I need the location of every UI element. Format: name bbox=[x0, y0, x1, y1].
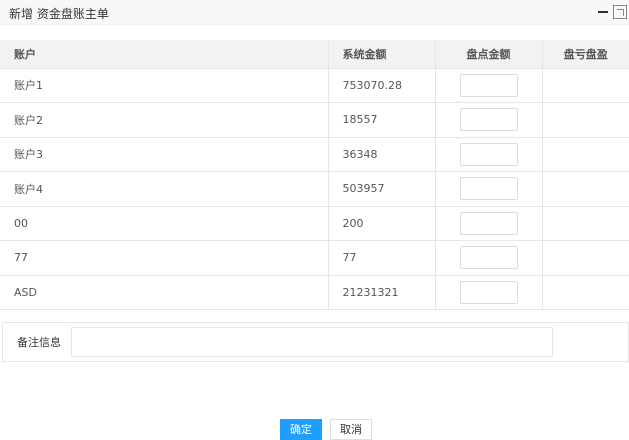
count-amount-input[interactable] bbox=[459, 246, 518, 270]
window-title: 新增 资金盘账主单 bbox=[9, 7, 109, 21]
count-amount-input[interactable] bbox=[459, 142, 518, 166]
remark-input[interactable] bbox=[71, 327, 553, 357]
account-cell: 账户1 bbox=[0, 68, 329, 103]
count-amount-input[interactable] bbox=[459, 211, 518, 235]
header-account: 账户 bbox=[0, 40, 329, 69]
count-amount-cell bbox=[435, 68, 543, 103]
account-cell: 账户4 bbox=[0, 171, 329, 207]
profit-loss-cell bbox=[542, 275, 629, 310]
table-row: 77 77 bbox=[0, 240, 629, 276]
system-amount-cell: 36348 bbox=[328, 137, 436, 172]
count-amount-input[interactable] bbox=[459, 280, 518, 304]
count-amount-input[interactable] bbox=[459, 73, 518, 97]
profit-loss-cell bbox=[542, 137, 629, 172]
count-amount-input[interactable] bbox=[459, 177, 518, 201]
account-cell: 00 bbox=[0, 206, 329, 241]
maximize-icon[interactable] bbox=[613, 5, 627, 19]
profit-loss-cell bbox=[542, 171, 629, 207]
confirm-button[interactable]: 确定 bbox=[280, 419, 322, 440]
count-amount-cell bbox=[435, 137, 543, 172]
count-amount-cell bbox=[435, 240, 543, 276]
account-cell: 77 bbox=[0, 240, 329, 276]
table-row: 账户3 36348 bbox=[0, 137, 629, 172]
profit-loss-cell bbox=[542, 68, 629, 103]
header-count-amount: 盘点金额 bbox=[435, 40, 543, 69]
count-amount-cell bbox=[435, 275, 543, 310]
table-row: 00 200 bbox=[0, 206, 629, 241]
system-amount-cell: 503957 bbox=[328, 171, 436, 207]
account-cell: 账户3 bbox=[0, 137, 329, 172]
remark-row: 备注信息 bbox=[2, 322, 629, 362]
profit-loss-cell bbox=[542, 240, 629, 276]
window-titlebar: 新增 资金盘账主单 bbox=[0, 0, 629, 25]
inventory-table: 账户 系统金额 盘点金额 盘亏盘盈 账户1 753070.28 账户2 1855… bbox=[0, 40, 629, 310]
remark-label: 备注信息 bbox=[17, 336, 61, 349]
table-header-row: 账户 系统金额 盘点金额 盘亏盘盈 bbox=[0, 40, 629, 69]
count-amount-cell bbox=[435, 206, 543, 241]
header-profit-loss: 盘亏盘盈 bbox=[542, 40, 629, 69]
account-cell: 账户2 bbox=[0, 102, 329, 138]
system-amount-cell: 21231321 bbox=[328, 275, 436, 310]
table-row: ASD 21231321 bbox=[0, 275, 629, 310]
system-amount-cell: 200 bbox=[328, 206, 436, 241]
header-system-amount: 系统金额 bbox=[328, 40, 436, 69]
table-row: 账户1 753070.28 bbox=[0, 68, 629, 103]
account-cell: ASD bbox=[0, 275, 329, 310]
count-amount-cell bbox=[435, 102, 543, 138]
count-amount-cell bbox=[435, 171, 543, 207]
system-amount-cell: 753070.28 bbox=[328, 68, 436, 103]
profit-loss-cell bbox=[542, 206, 629, 241]
system-amount-cell: 18557 bbox=[328, 102, 436, 138]
cancel-button[interactable]: 取消 bbox=[330, 419, 372, 440]
profit-loss-cell bbox=[542, 102, 629, 138]
count-amount-input[interactable] bbox=[459, 108, 518, 132]
system-amount-cell: 77 bbox=[328, 240, 436, 276]
table-row: 账户4 503957 bbox=[0, 171, 629, 207]
table-row: 账户2 18557 bbox=[0, 102, 629, 138]
minimize-icon[interactable] bbox=[596, 5, 610, 19]
